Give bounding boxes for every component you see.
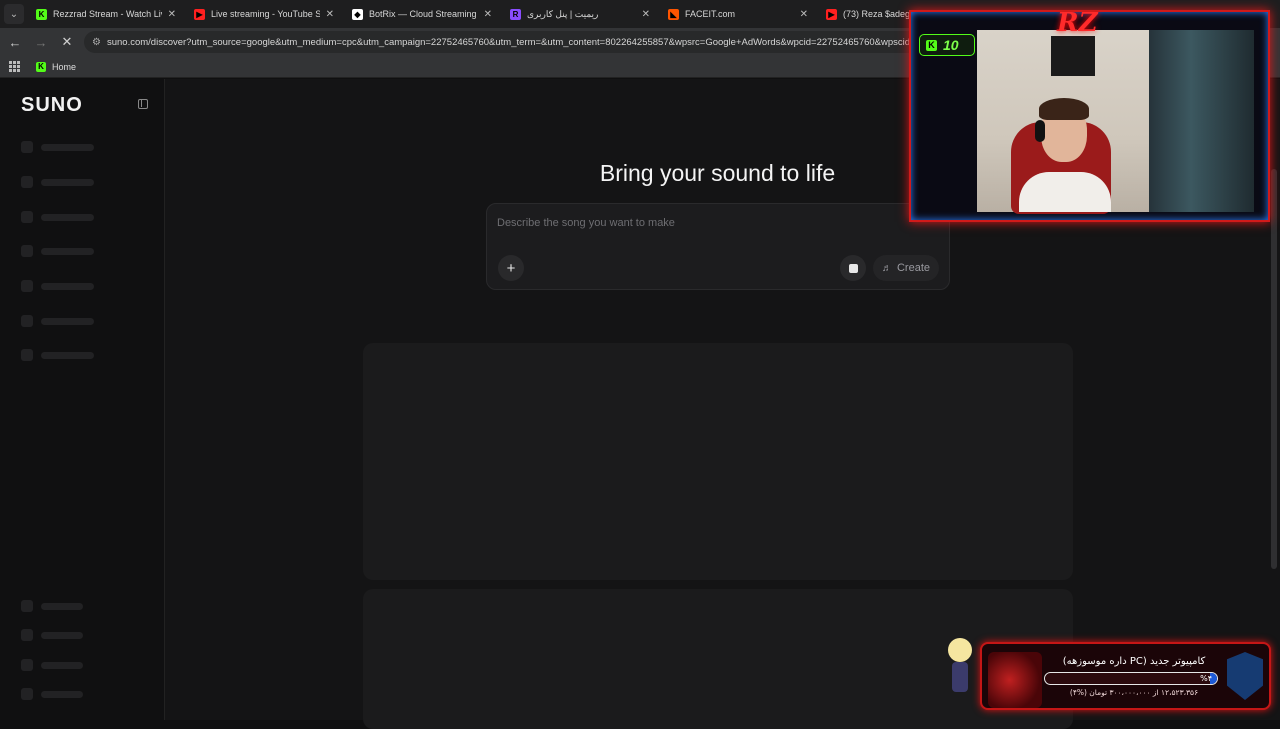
close-tab-icon[interactable]: ✕ [326, 9, 334, 20]
kick-icon: K [36, 61, 46, 72]
tab-title: ریمیت | پنل کاربری [527, 8, 599, 19]
close-tab-icon[interactable]: ✕ [484, 9, 492, 20]
sidebar-skeleton-item [21, 315, 94, 327]
dice-icon [848, 263, 858, 273]
wall-poster [1051, 36, 1095, 76]
sidebar-skeleton-item [21, 600, 83, 612]
sidebar: SUNO [0, 79, 165, 720]
browser-tab[interactable]: ◆ BotRix — Cloud Streaming Bot ✕ [344, 0, 502, 28]
browser-tab[interactable]: K Rezzrad Stream - Watch Live on ✕ [28, 0, 186, 28]
anime-mascot [940, 638, 978, 708]
donation-goal-widget: کامپیوتر جدید (PC داره موسوزهه) %۴ ۱۲،۵۲… [980, 642, 1271, 710]
sidebar-skeleton-item [21, 245, 94, 257]
youtube-icon: ▶ [194, 8, 205, 20]
music-note-icon: ♬ [881, 262, 892, 274]
create-label: Create [896, 262, 931, 274]
loading-card [363, 343, 1073, 580]
kick-icon: K [36, 8, 47, 20]
headset [1035, 120, 1045, 142]
sidebar-skeleton-item [21, 211, 94, 223]
curtain [1149, 30, 1254, 212]
streamer-hair [1039, 98, 1089, 120]
tab-title: FACEIT.com [685, 9, 736, 19]
bookmark-label: Home [52, 61, 77, 72]
stop-loading-button[interactable]: ✕ [56, 31, 78, 53]
remit-icon: R [510, 8, 521, 20]
streamer-shirt [1019, 172, 1111, 212]
sidebar-skeleton-item [21, 659, 83, 671]
apps-grid-icon[interactable] [8, 60, 22, 74]
add-button[interactable]: + [498, 255, 524, 281]
goal-subtitle: ۱۲،۵۲۳،۳۵۶ از ۳۰۰،۰۰۰،۰۰۰ تومان (%۴) [1069, 688, 1199, 697]
browser-tab[interactable]: R ریمیت | پنل کاربری ✕ [502, 0, 660, 28]
close-tab-icon[interactable]: ✕ [642, 9, 650, 20]
emblem-icon [1227, 652, 1263, 700]
close-tab-icon[interactable]: ✕ [800, 9, 808, 20]
sidebar-skeleton-item [21, 688, 83, 700]
sidebar-skeleton-item [21, 176, 94, 188]
goal-percent: %۴ [1200, 674, 1212, 683]
close-tab-icon[interactable]: ✕ [168, 9, 176, 20]
suno-logo[interactable]: SUNO [21, 94, 83, 117]
faceit-icon: ◣ [668, 8, 679, 20]
sidebar-skeleton-item [21, 629, 83, 641]
random-prompt-button[interactable] [840, 255, 866, 281]
forward-button[interactable]: → [30, 31, 52, 53]
tab-title: BotRix — Cloud Streaming Bot [369, 9, 478, 19]
botrix-icon: ◆ [352, 8, 363, 20]
viewer-count-badge: K 10 [919, 34, 975, 56]
song-prompt-box: + ♬ Create [486, 203, 950, 290]
sidebar-skeleton-item [21, 280, 94, 292]
hand-gesture-icon [988, 652, 1042, 708]
tab-title: Live streaming - YouTube Studio [211, 9, 320, 19]
goal-progress-bar: %۴ [1044, 672, 1218, 685]
browser-tab[interactable]: ◣ FACEIT.com ✕ [660, 0, 818, 28]
youtube-icon: ▶ [826, 8, 837, 20]
sidebar-collapse-icon[interactable] [138, 99, 148, 109]
create-button[interactable]: ♬ Create [873, 255, 939, 281]
goal-title: کامپیوتر جدید (PC داره موسوزهه) [1062, 656, 1206, 667]
viewer-count: 10 [943, 37, 959, 53]
site-info-icon[interactable]: ⚙ [92, 37, 101, 48]
kick-icon: K [926, 39, 937, 51]
tab-search-menu-icon[interactable]: ⌄ [4, 4, 24, 24]
sidebar-skeleton-item [21, 349, 94, 361]
page-scrollbar[interactable] [1271, 169, 1277, 569]
webcam-overlay: K 10 RZ [909, 10, 1270, 222]
tab-title: Rezzrad Stream - Watch Live on [53, 9, 162, 19]
url-text: suno.com/discover?utm_source=google&utm_… [106, 36, 916, 48]
back-button[interactable]: ← [4, 31, 26, 53]
song-description-input[interactable] [497, 214, 937, 232]
browser-tab[interactable]: ▶ Live streaming - YouTube Studio ✕ [186, 0, 344, 28]
channel-logo: RZ [1057, 10, 1098, 38]
sidebar-skeleton-item [21, 141, 94, 153]
bookmark-home[interactable]: K Home [36, 61, 77, 72]
